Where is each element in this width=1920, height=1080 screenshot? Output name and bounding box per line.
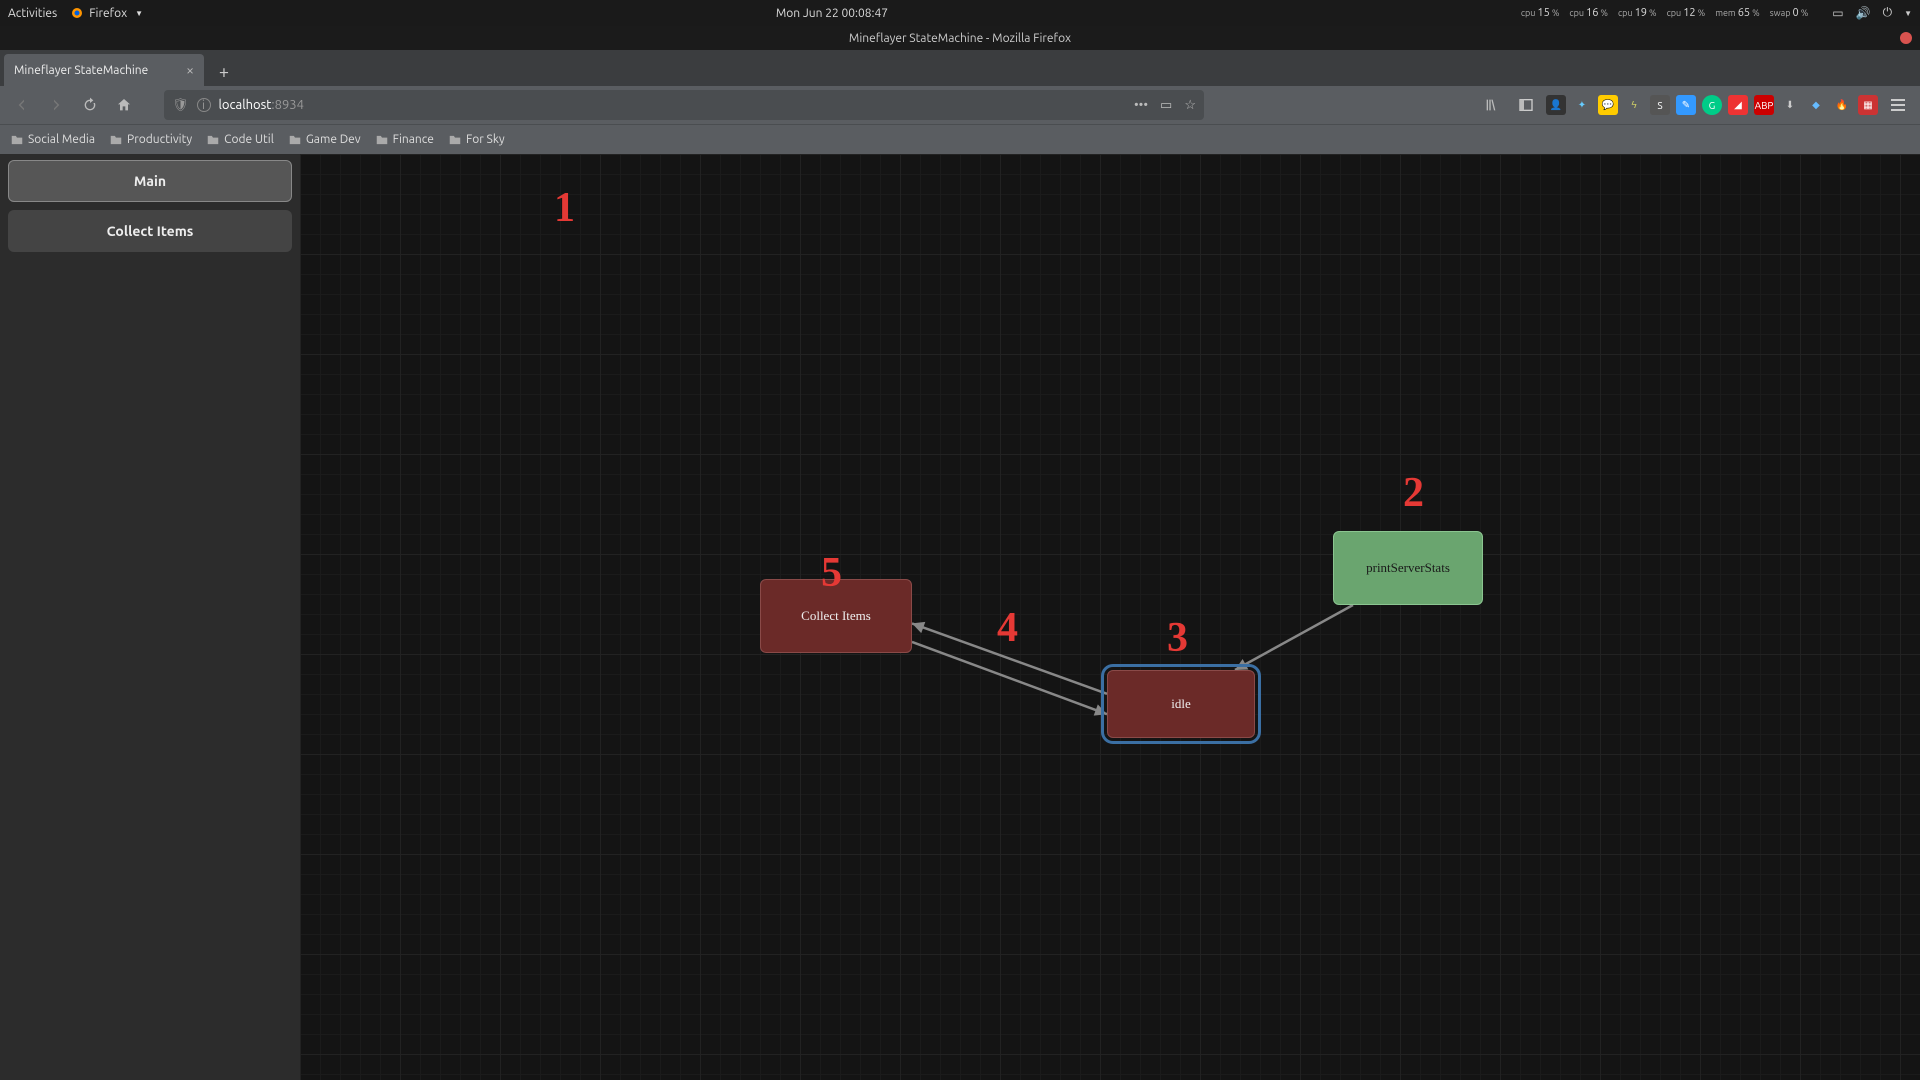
tracking-protection-icon[interactable]: 🛡 [172, 98, 189, 113]
extension-icon[interactable]: 💬 [1598, 95, 1618, 115]
site-info-icon[interactable]: i [197, 98, 211, 112]
power-icon[interactable]: ⏻ [1883, 6, 1893, 20]
system-stat: mem65% [1715, 7, 1760, 19]
state-node[interactable]: printServerStats [1333, 531, 1483, 605]
downloads-icon[interactable]: ⬇ [1780, 95, 1800, 115]
state-node[interactable]: idle [1107, 670, 1255, 738]
bookmark-folder[interactable]: Game Dev [288, 133, 361, 147]
extension-icon[interactable]: 👤 [1546, 95, 1566, 115]
annotation-number: 2 [1403, 469, 1424, 517]
bookmark-star-icon[interactable]: ☆ [1184, 98, 1196, 113]
clock[interactable]: Mon Jun 22 00:08:47 [143, 7, 1521, 20]
bookmark-folder[interactable]: Social Media [10, 133, 95, 147]
annotation-number: 4 [997, 604, 1018, 652]
page-actions-icon[interactable]: ••• [1134, 98, 1148, 113]
bookmark-bar: Social Media Productivity Code Util Game De… [0, 124, 1920, 154]
chevron-down-icon[interactable]: ▼ [1904, 9, 1912, 18]
gnome-top-bar: Activities Firefox▼ Mon Jun 22 00:08:47 … [0, 0, 1920, 26]
extension-icon[interactable]: G [1702, 95, 1722, 115]
url-bar[interactable]: 🛡 i localhost:8934 ••• ▭ ☆ [164, 90, 1204, 120]
browser-tab[interactable]: Mineflayer StateMachine × [4, 54, 204, 86]
extension-icon[interactable]: 🔥 [1832, 95, 1852, 115]
reader-mode-icon[interactable]: ▭ [1160, 98, 1172, 113]
system-stat: cpu15% [1521, 7, 1560, 19]
volume-icon[interactable]: 🔊 [1856, 6, 1871, 20]
system-stat: cpu16% [1569, 7, 1608, 19]
sidebar-item[interactable]: Collect Items [8, 210, 292, 252]
forward-button[interactable] [42, 91, 70, 119]
bookmark-folder[interactable]: Finance [375, 133, 434, 147]
bookmark-folder[interactable]: Code Util [206, 133, 274, 147]
graph-canvas[interactable]: Collect ItemsidleprintServerStats12345 [300, 154, 1920, 1080]
hamburger-menu[interactable] [1884, 91, 1912, 119]
new-tab-button[interactable]: + [210, 58, 238, 86]
system-stat: swap0% [1770, 7, 1809, 19]
app-menu[interactable]: Firefox▼ [71, 7, 143, 20]
extension-icon[interactable]: ◢ [1728, 95, 1748, 115]
screen-icon[interactable]: ▭ [1832, 6, 1843, 20]
annotation-number: 3 [1167, 614, 1188, 662]
sidebar-item[interactable]: Main [8, 160, 292, 202]
system-stat: cpu12% [1667, 7, 1706, 19]
home-button[interactable] [110, 91, 138, 119]
annotation-number: 1 [554, 184, 575, 232]
back-button[interactable] [8, 91, 36, 119]
extension-icon[interactable]: ABP [1754, 95, 1774, 115]
bookmark-folder[interactable]: For Sky [448, 133, 505, 147]
annotation-number: 5 [821, 549, 842, 597]
bookmark-folder[interactable]: Productivity [109, 133, 192, 147]
firefox-title-bar: Mineflayer StateMachine - Mozilla Firefo… [0, 26, 1920, 50]
sidebar-icon[interactable] [1512, 91, 1540, 119]
close-tab-icon[interactable]: × [186, 62, 194, 78]
extension-icon[interactable]: ϟ [1624, 95, 1644, 115]
sidebar: Main Collect Items [0, 154, 300, 1080]
library-icon[interactable] [1478, 91, 1506, 119]
extension-icon[interactable]: ✎ [1676, 95, 1696, 115]
nav-toolbar: 🛡 i localhost:8934 ••• ▭ ☆ 👤 ✦ 💬 ϟ S ✎ G… [0, 86, 1920, 124]
window-close-button[interactable] [1900, 32, 1912, 44]
extension-icon[interactable]: ✦ [1572, 95, 1592, 115]
tab-strip: Mineflayer StateMachine × + [0, 50, 1920, 86]
extension-icon[interactable]: S [1650, 95, 1670, 115]
activities-button[interactable]: Activities [8, 7, 57, 20]
extension-icon[interactable]: ◆ [1806, 95, 1826, 115]
reload-button[interactable] [76, 91, 104, 119]
extension-icon[interactable]: ▦ [1858, 95, 1878, 115]
app-content: Main Collect Items Collect Items idle print… [0, 154, 1920, 1080]
system-stat: cpu19% [1618, 7, 1657, 19]
